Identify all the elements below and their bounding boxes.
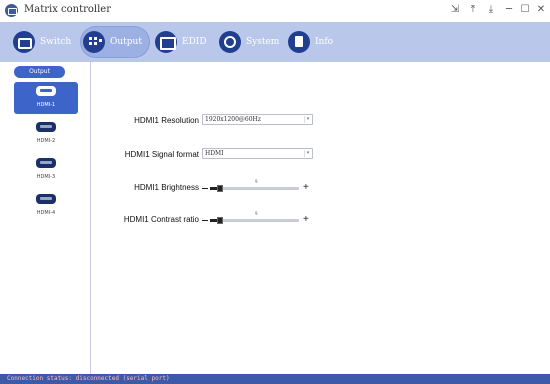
chevron-down-icon: ▾ xyxy=(304,116,311,123)
brightness-slider[interactable] xyxy=(210,185,299,192)
brightness-value: 9 xyxy=(255,179,258,184)
sidebar: Output HDMI-1 HDMI-2 HDMI-3 HDMI-4 xyxy=(0,62,91,374)
system-icon xyxy=(219,31,241,53)
contrast-slider[interactable] xyxy=(210,217,299,224)
output-icon xyxy=(83,31,105,53)
sidebar-header: Output xyxy=(14,66,65,78)
tab-system-label: System xyxy=(246,37,280,47)
switch-icon xyxy=(13,31,35,53)
hdmi-port-icon xyxy=(36,158,56,168)
app-title: Matrix controller xyxy=(24,4,111,15)
signal-format-value: HDMI xyxy=(205,150,224,157)
app-logo-icon xyxy=(5,4,18,17)
resolution-value: 1920x1200@60Hz xyxy=(205,116,261,123)
upload-icon[interactable]: ⤒ xyxy=(466,3,480,17)
sidebar-item-hdmi-1[interactable]: HDMI-1 xyxy=(14,82,78,114)
maximize-button[interactable]: ☐ xyxy=(518,3,532,17)
signal-format-select[interactable]: HDMI ▾ xyxy=(202,148,313,159)
signal-format-label: HDMI1 Signal format xyxy=(124,150,199,159)
tab-output-label: Output xyxy=(110,37,142,47)
hdmi-port-icon xyxy=(36,122,56,132)
contrast-value: 9 xyxy=(255,211,258,216)
brightness-decrease-button[interactable] xyxy=(202,188,208,189)
tab-output[interactable]: Output xyxy=(80,26,150,58)
tab-info-label: Info xyxy=(315,37,334,47)
tab-info[interactable]: Info xyxy=(285,26,341,58)
sidebar-item-label: HDMI-1 xyxy=(36,102,56,108)
close-button[interactable]: ✕ xyxy=(534,3,548,17)
status-bar: Connection status: disconnected (serial … xyxy=(0,374,550,384)
contrast-decrease-button[interactable] xyxy=(202,220,208,221)
minimize-button[interactable]: ─ xyxy=(502,3,516,17)
contrast-increase-button[interactable]: + xyxy=(303,215,309,225)
sidebar-item-hdmi-3[interactable]: HDMI-3 xyxy=(14,154,78,186)
sidebar-item-label: HDMI-2 xyxy=(36,138,56,144)
brightness-label: HDMI1 Brightness xyxy=(134,183,199,192)
tab-switch[interactable]: Switch xyxy=(10,26,79,58)
tab-switch-label: Switch xyxy=(40,37,72,47)
chevron-down-icon: ▾ xyxy=(304,150,311,157)
output-settings-panel: HDMI1 Resolution 1920x1200@60Hz ▾ HDMI1 … xyxy=(92,62,550,374)
contrast-label: HDMI1 Contrast ratio xyxy=(123,215,199,224)
brightness-slider-thumb[interactable] xyxy=(217,185,223,192)
sidebar-item-label: HDMI-4 xyxy=(36,210,56,216)
tab-edid-label: EDID xyxy=(182,37,207,47)
title-bar: Matrix controller ⇲ ⤒ ⤓ ─ ☐ ✕ xyxy=(0,0,550,22)
sidebar-item-label: HDMI-3 xyxy=(36,174,56,180)
download-icon[interactable]: ⤓ xyxy=(484,3,498,17)
hdmi-port-icon xyxy=(36,86,56,96)
tab-system[interactable]: System xyxy=(216,26,287,58)
hdmi-port-icon xyxy=(36,194,56,204)
toolbar: Switch Output EDID System Info xyxy=(0,22,550,62)
resolution-select[interactable]: 1920x1200@60Hz ▾ xyxy=(202,114,313,125)
contrast-slider-thumb[interactable] xyxy=(217,217,223,224)
pin-icon[interactable]: ⇲ xyxy=(448,3,462,17)
sidebar-item-hdmi-2[interactable]: HDMI-2 xyxy=(14,118,78,150)
resolution-label: HDMI1 Resolution xyxy=(134,116,199,125)
brightness-increase-button[interactable]: + xyxy=(303,183,309,193)
edid-icon xyxy=(155,31,177,53)
connection-status: Connection status: disconnected (serial … xyxy=(7,375,170,382)
tab-edid[interactable]: EDID xyxy=(152,26,215,58)
sidebar-item-hdmi-4[interactable]: HDMI-4 xyxy=(14,190,78,222)
info-icon xyxy=(288,31,310,53)
